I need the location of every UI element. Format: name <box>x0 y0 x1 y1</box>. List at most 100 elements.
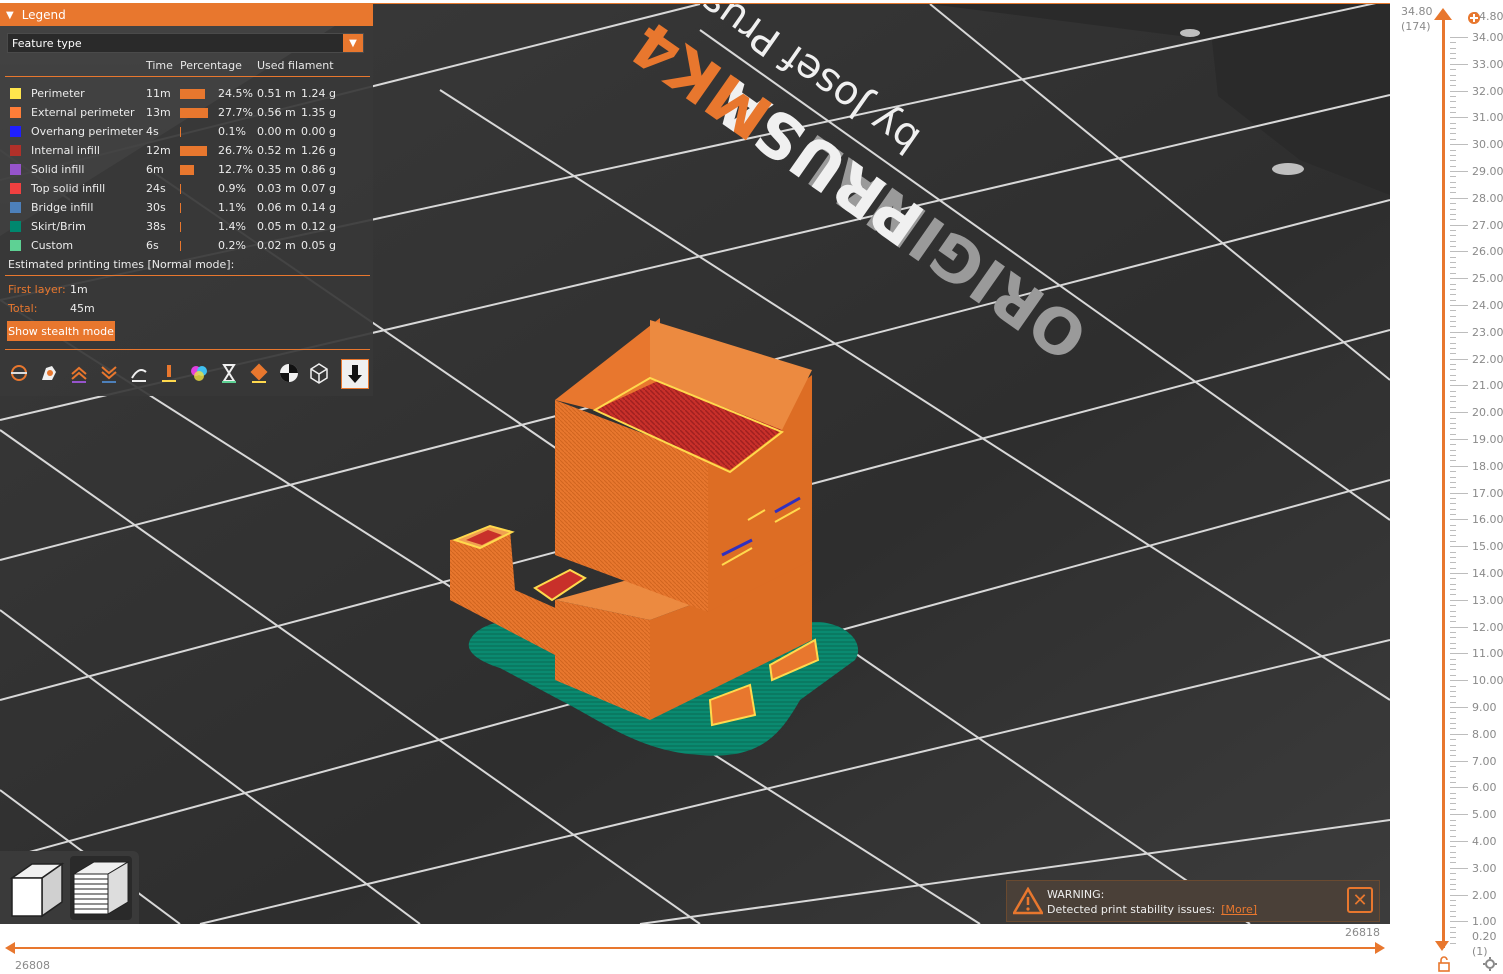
color-changes-icon[interactable] <box>186 359 212 387</box>
move-slider-track[interactable] <box>12 947 1382 949</box>
cube-icon <box>9 862 65 918</box>
legend-row[interactable]: Bridge infill 30s 1.1% 0.06 m 0.14 g <box>0 199 373 218</box>
legend-row[interactable]: External perimeter 13m 27.7% 0.56 m 1.35 g <box>0 104 373 123</box>
height-minor-tick <box>1450 294 1456 296</box>
legend-row[interactable]: Internal infill 12m 26.7% 0.52 m 1.26 g <box>0 142 373 161</box>
height-minor-tick <box>1450 782 1456 784</box>
3d-viewport[interactable]: ORIGINAL PRUSA MK4 by Josef Prusa ▼ Lege… <box>0 0 1390 924</box>
tool-marker-icon[interactable] <box>341 359 369 389</box>
layer-slider-track[interactable] <box>1442 18 1445 948</box>
right-thumb-icon[interactable] <box>1374 941 1386 955</box>
height-minor-tick <box>1450 803 1456 805</box>
height-minor-tick <box>1450 203 1456 205</box>
height-minor-tick <box>1450 229 1456 231</box>
legend-panel[interactable]: ▼ Legend Feature type ▼ Time Percentage … <box>0 4 373 396</box>
feature-color-swatch <box>10 221 21 232</box>
height-minor-tick <box>1450 154 1456 156</box>
collapse-triangle-icon[interactable]: ▼ <box>6 10 14 21</box>
height-minor-tick <box>1450 433 1456 435</box>
height-tick <box>1450 90 1468 92</box>
show-stealth-mode-button[interactable]: Show stealth mode <box>7 321 115 341</box>
height-minor-tick <box>1450 664 1456 666</box>
legend-row[interactable]: Solid infill 6m 12.7% 0.35 m 0.86 g <box>0 161 373 180</box>
wipe-icon[interactable] <box>36 359 62 387</box>
height-minor-tick <box>1450 315 1456 317</box>
feature-color-swatch <box>10 240 21 251</box>
feature-weight: 0.14 g <box>301 201 336 214</box>
warning-message: Detected print stability issues: <box>1047 903 1216 916</box>
travel-icon[interactable] <box>6 359 32 387</box>
chevron-down-icon[interactable]: ▼ <box>343 34 363 52</box>
layer-slider[interactable]: 34.80 (174) 34.00 33.00 32.00 31.00 30.00 29.… <box>1390 0 1503 974</box>
height-tick <box>1450 653 1468 655</box>
height-minor-tick <box>1450 910 1456 912</box>
height-minor-tick <box>1450 755 1456 757</box>
height-minor-tick <box>1450 471 1456 473</box>
feature-color-swatch <box>10 126 21 137</box>
height-minor-tick <box>1450 712 1456 714</box>
height-tick <box>1450 278 1468 280</box>
top-layer-number: (174) <box>1401 20 1431 33</box>
estimated-times-title: Estimated printing times [Normal mode]: <box>8 258 235 271</box>
lock-icon[interactable] <box>1437 956 1451 972</box>
move-slider[interactable]: 26808 26818 <box>0 924 1390 974</box>
3d-view-button[interactable] <box>4 856 66 920</box>
retractions-icon[interactable] <box>66 359 92 387</box>
height-minor-tick <box>1450 53 1456 55</box>
height-tick <box>1450 439 1468 440</box>
height-minor-tick <box>1450 648 1456 650</box>
height-tick <box>1450 573 1468 574</box>
legend-row[interactable]: Overhang perimeter 4s 0.1% 0.00 m 0.00 g <box>0 123 373 142</box>
height-tick <box>1450 63 1468 65</box>
feature-name: Bridge infill <box>31 201 94 214</box>
height-minor-tick <box>1450 122 1456 124</box>
height-minor-tick <box>1450 58 1456 60</box>
height-tick-label: 3.00 <box>1472 861 1497 875</box>
height-tick <box>1450 465 1468 467</box>
height-minor-tick <box>1450 460 1456 462</box>
height-minor-tick <box>1450 267 1456 269</box>
height-minor-tick <box>1450 380 1456 382</box>
warning-more-link[interactable]: [More] <box>1221 903 1257 916</box>
custom-gcode-icon[interactable] <box>246 359 272 387</box>
view-type-dropdown[interactable]: Feature type ▼ <box>7 33 364 53</box>
feature-percentage-bar <box>180 89 205 99</box>
legend-row[interactable]: Perimeter 11m 24.5% 0.51 m 1.24 g <box>0 85 373 104</box>
shells-icon[interactable] <box>306 359 332 387</box>
height-minor-tick <box>1450 47 1456 49</box>
height-minor-tick <box>1450 192 1456 194</box>
view-mode-buttons <box>0 851 139 924</box>
legend-row[interactable]: Skirt/Brim 38s 1.4% 0.05 m 0.12 g <box>0 218 373 237</box>
height-minor-tick <box>1450 717 1456 719</box>
legend-row[interactable]: Top solid infill 24s 0.9% 0.03 m 0.07 g <box>0 180 373 199</box>
height-tick-label: 17.00 <box>1472 486 1503 500</box>
left-thumb-icon[interactable] <box>4 941 16 955</box>
height-minor-tick <box>1450 481 1456 483</box>
upper-thumb-icon[interactable] <box>1432 6 1454 28</box>
legend-header[interactable]: ▼ Legend <box>0 4 373 26</box>
legend-row[interactable]: Custom 6s 0.2% 0.02 m 0.05 g <box>0 237 373 256</box>
warning-notification: WARNING: Detected print stability issues… <box>1006 880 1380 922</box>
feature-time: 13m <box>146 106 171 119</box>
pause-print-icon[interactable] <box>216 359 242 387</box>
legend-toolbar <box>6 359 369 389</box>
height-minor-tick <box>1450 326 1456 328</box>
add-color-change-icon[interactable] <box>1466 10 1482 26</box>
gear-icon[interactable] <box>1482 956 1498 972</box>
tool-changes-icon[interactable] <box>156 359 182 387</box>
seams-icon[interactable] <box>126 359 152 387</box>
preview-layers-button[interactable] <box>70 856 132 920</box>
lower-thumb-icon[interactable] <box>1434 940 1450 952</box>
center-of-gravity-icon[interactable] <box>276 359 302 387</box>
height-tick-label: 12.00 <box>1472 620 1503 634</box>
height-tick-label: 28.00 <box>1472 191 1503 205</box>
height-tick-label: 2.00 <box>1472 888 1497 902</box>
deretractions-icon[interactable] <box>96 359 122 387</box>
height-tick-label: 24.00 <box>1472 299 1503 312</box>
height-minor-tick <box>1450 138 1456 140</box>
feature-length: 0.00 m <box>257 125 296 138</box>
height-tick-label: 32.00 <box>1472 84 1503 98</box>
feature-percentage-bar <box>180 146 207 156</box>
close-icon[interactable]: ✕ <box>1347 887 1373 913</box>
feature-percentage: 26.7% <box>218 144 253 157</box>
